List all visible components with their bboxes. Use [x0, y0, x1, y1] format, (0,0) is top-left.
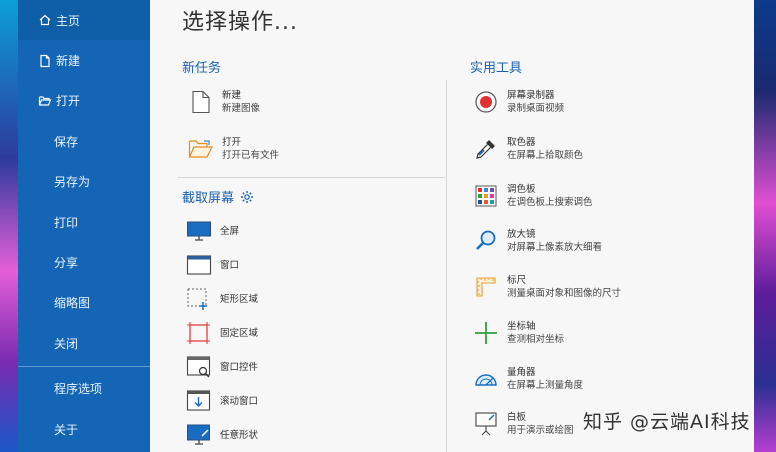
- sidebar-item-close[interactable]: 关闭: [18, 323, 150, 363]
- sidebar-item-label: 另存为: [54, 175, 91, 190]
- capture-window-item[interactable]: 窗口: [186, 252, 239, 278]
- sidebar-item-label: 程序选项: [54, 382, 103, 397]
- capture-fixed-region-item[interactable]: 固定区域: [186, 320, 258, 346]
- screen-recorder-item[interactable]: 屏幕录制器 录制桌面视频: [473, 89, 564, 115]
- home-icon: [39, 14, 51, 26]
- new-file-icon: [40, 54, 50, 67]
- desktop-background-right: [754, 0, 776, 452]
- whiteboard-icon: [475, 412, 497, 436]
- sidebar-item-save[interactable]: 保存: [18, 121, 150, 161]
- sidebar-item-about[interactable]: 关于: [18, 409, 150, 449]
- capture-window-control-item[interactable]: 窗口控件: [186, 354, 258, 380]
- folder-open-icon: [188, 140, 213, 158]
- scrolling-window-icon: [186, 390, 211, 411]
- sidebar-item-label: 打开: [56, 94, 81, 109]
- sidebar-item-label: 关于: [54, 422, 79, 437]
- capture-freeform-item[interactable]: 任意形状: [186, 422, 258, 448]
- gear-icon[interactable]: [240, 190, 254, 204]
- section-title-capture: 截取屏幕: [182, 187, 254, 206]
- protractor-icon: [475, 374, 497, 386]
- sidebar-item-label: 新建: [56, 54, 81, 69]
- crosshair-axis-icon: [475, 322, 497, 344]
- sidebar-item-label: 分享: [54, 256, 79, 271]
- sidebar-item-label: 缩略图: [54, 296, 91, 311]
- sidebar-item-label: 保存: [54, 134, 79, 149]
- sidebar-item-open[interactable]: 打开: [18, 81, 150, 121]
- record-icon: [475, 91, 497, 113]
- sidebar-item-label: 打印: [54, 215, 79, 230]
- sidebar-item-new[interactable]: 新建: [18, 40, 150, 80]
- section-divider: [178, 177, 445, 178]
- sidebar-item-thumbnails[interactable]: 缩略图: [18, 283, 150, 323]
- whiteboard-item[interactable]: 白板 用于演示或绘图: [473, 411, 574, 437]
- sidebar-item-save-as[interactable]: 另存为: [18, 162, 150, 202]
- watermark: 知乎 @云端AI科技: [583, 411, 751, 433]
- section-title-new-task: 新任务: [182, 61, 222, 76]
- sidebar-item-home[interactable]: 主页: [18, 0, 150, 41]
- fixed-region-icon: [187, 322, 210, 344]
- sidebar-divider: [18, 365, 150, 367]
- capture-scrolling-window-item[interactable]: 滚动窗口: [186, 388, 258, 414]
- ruler-item[interactable]: 标尺 测量桌面对象和图像的尺寸: [473, 274, 621, 300]
- palette-item[interactable]: 调色板 在调色板上搜索调色: [473, 183, 593, 209]
- desktop-background-left: [0, 0, 20, 452]
- rectangle-select-icon: [187, 288, 207, 310]
- new-file-icon: [192, 90, 210, 114]
- capture-fullscreen-item[interactable]: 全屏: [186, 218, 239, 244]
- page-title: 选择操作...: [182, 10, 298, 35]
- ruler-icon: [476, 277, 496, 297]
- open-file-item[interactable]: 打开 打开已有文件: [188, 136, 279, 162]
- palette-icon: [475, 185, 497, 207]
- sidebar-item-options[interactable]: 程序选项: [18, 369, 150, 409]
- sidebar-item-label: 主页: [56, 13, 81, 28]
- main-panel: 选择操作... 新任务 实用工具 新建 新建图像 打开 打开已有文件 截取屏幕: [150, 0, 754, 452]
- sidebar: 主页 新建 打开 保存 另存为 打印 分享 缩略图 关闭 程序选项 关于: [18, 0, 150, 452]
- sidebar-item-label: 关闭: [54, 336, 79, 351]
- new-image-item[interactable]: 新建 新建图像: [188, 89, 260, 115]
- window-icon: [186, 255, 212, 275]
- freeform-icon: [187, 424, 210, 445]
- monitor-icon: [187, 221, 211, 241]
- capture-rectangle-item[interactable]: 矩形区域: [186, 286, 258, 312]
- sidebar-item-share[interactable]: 分享: [18, 242, 150, 282]
- section-title-tools: 实用工具: [470, 61, 523, 76]
- protractor-item[interactable]: 量角器 在屏幕上测量角度: [473, 366, 583, 392]
- window-control-icon: [186, 356, 211, 378]
- folder-open-icon: [38, 96, 52, 106]
- sidebar-item-print[interactable]: 打印: [18, 202, 150, 242]
- column-divider: [446, 80, 447, 452]
- eyedropper-icon: [476, 140, 495, 159]
- magnifier-item[interactable]: 放大镜 对屏幕上像素放大细看: [473, 228, 602, 254]
- axis-item[interactable]: 坐标轴 查测相对坐标: [473, 320, 564, 346]
- color-picker-item[interactable]: 取色器 在屏幕上拾取颜色: [473, 136, 583, 162]
- magnifier-icon: [476, 230, 496, 250]
